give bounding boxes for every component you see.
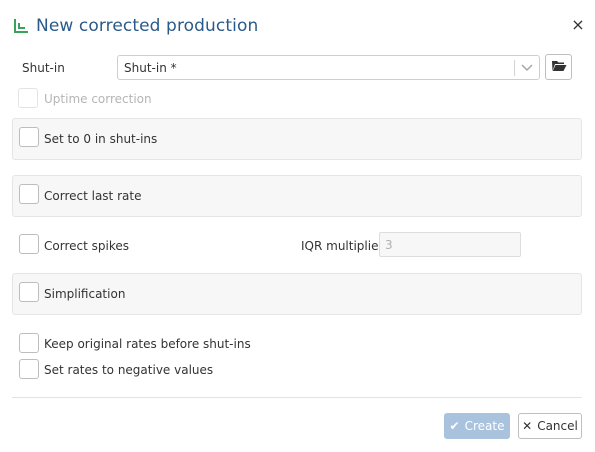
uptime-correction-label: Uptime correction <box>44 92 152 106</box>
iqr-multiplier-label: IQR multiplier <box>301 239 384 253</box>
correct-last-rate-checkbox[interactable] <box>19 184 39 204</box>
shut-in-select-value: Shut-in * <box>124 61 177 75</box>
shut-in-label: Shut-in <box>22 61 65 75</box>
keep-original-rates-label: Keep original rates before shut-ins <box>44 337 251 351</box>
keep-original-rates-checkbox[interactable] <box>19 333 39 353</box>
shut-in-select[interactable]: Shut-in * <box>117 55 540 80</box>
create-button-label: Create <box>464 419 505 433</box>
cancel-button-label: Cancel <box>537 419 578 433</box>
correct-spikes-label: Correct spikes <box>44 239 129 253</box>
dialog-header: New corrected production <box>12 14 258 38</box>
negative-values-checkbox[interactable] <box>19 359 39 379</box>
iqr-multiplier-value: 3 <box>385 238 393 252</box>
simplification-checkbox[interactable] <box>19 282 39 302</box>
check-icon: ✔ <box>449 419 460 433</box>
new-corrected-production-dialog: New corrected production × Shut-in Shut-… <box>0 0 595 452</box>
chevron-down-icon[interactable] <box>520 62 534 74</box>
uptime-correction-checkbox[interactable] <box>18 88 38 108</box>
correct-last-rate-label: Correct last rate <box>44 189 142 203</box>
footer-divider <box>12 397 582 398</box>
create-button[interactable]: ✔ Create <box>444 413 510 439</box>
iqr-multiplier-input[interactable]: 3 <box>379 232 521 257</box>
folder-open-icon <box>551 59 567 75</box>
corrected-production-icon <box>12 17 30 35</box>
browse-shut-in-button[interactable] <box>545 54 572 80</box>
set-to-zero-checkbox[interactable] <box>19 127 39 147</box>
correct-spikes-checkbox[interactable] <box>19 234 39 254</box>
simplification-label: Simplification <box>44 287 126 301</box>
select-separator <box>514 60 515 76</box>
close-icon[interactable]: × <box>571 16 585 34</box>
close-icon: ✕ <box>522 419 533 433</box>
set-to-zero-label: Set to 0 in shut-ins <box>44 132 158 146</box>
dialog-title: New corrected production <box>36 16 259 36</box>
cancel-button[interactable]: ✕ Cancel <box>518 413 582 439</box>
negative-values-label: Set rates to negative values <box>44 363 214 377</box>
